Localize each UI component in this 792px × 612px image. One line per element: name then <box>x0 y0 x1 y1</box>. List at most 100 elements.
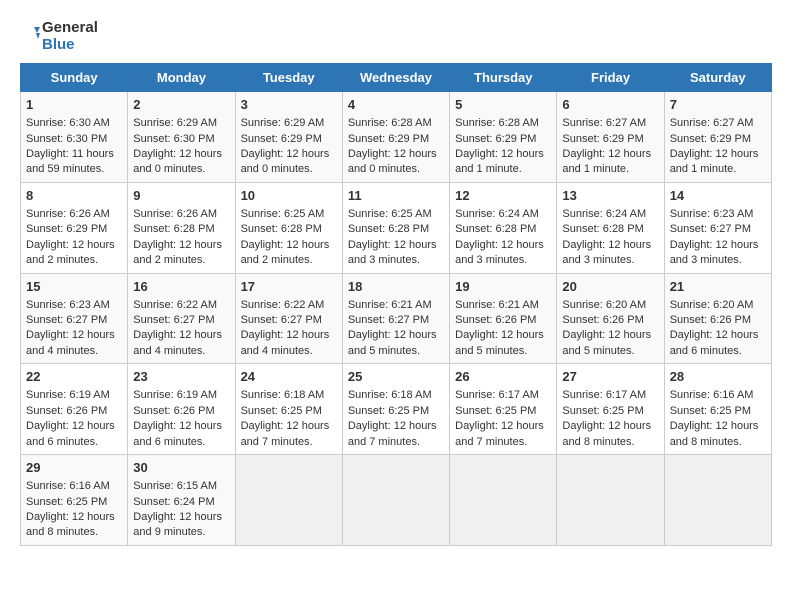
col-header-monday: Monday <box>128 64 235 92</box>
sunrise-text: Sunrise: 6:23 AM <box>26 299 110 311</box>
sunset-text: Sunset: 6:29 PM <box>455 133 536 145</box>
sunrise-text: Sunrise: 6:21 AM <box>455 299 539 311</box>
daylight-text: Daylight: 12 hours and 1 minute. <box>562 148 651 175</box>
daylight-text: Daylight: 12 hours and 2 minutes. <box>133 239 222 266</box>
day-cell-15: 15Sunrise: 6:23 AMSunset: 6:27 PMDayligh… <box>21 273 128 364</box>
day-cell-11: 11Sunrise: 6:25 AMSunset: 6:28 PMDayligh… <box>342 182 449 273</box>
empty-cell <box>557 455 664 546</box>
day-cell-19: 19Sunrise: 6:21 AMSunset: 6:26 PMDayligh… <box>450 273 557 364</box>
day-number: 7 <box>670 96 766 114</box>
sunrise-text: Sunrise: 6:22 AM <box>133 299 217 311</box>
daylight-text: Daylight: 11 hours and 59 minutes. <box>26 148 114 175</box>
day-number: 20 <box>562 278 658 296</box>
logo: General Blue <box>20 20 98 53</box>
col-header-sunday: Sunday <box>21 64 128 92</box>
sunrise-text: Sunrise: 6:25 AM <box>241 208 325 220</box>
sunrise-text: Sunrise: 6:28 AM <box>348 117 432 129</box>
daylight-text: Daylight: 12 hours and 0 minutes. <box>241 148 330 175</box>
day-number: 2 <box>133 96 229 114</box>
calendar-header-row: SundayMondayTuesdayWednesdayThursdayFrid… <box>21 64 772 92</box>
sunrise-text: Sunrise: 6:28 AM <box>455 117 539 129</box>
empty-cell <box>235 455 342 546</box>
day-cell-16: 16Sunrise: 6:22 AMSunset: 6:27 PMDayligh… <box>128 273 235 364</box>
sunrise-text: Sunrise: 6:19 AM <box>26 389 110 401</box>
calendar-row-1: 8 Sunrise: 6:26 AM Sunset: 6:29 PM Daylight… <box>21 182 772 273</box>
day-cell-13: 13Sunrise: 6:24 AMSunset: 6:28 PMDayligh… <box>557 182 664 273</box>
sunset-text: Sunset: 6:25 PM <box>670 405 751 417</box>
sunset-text: Sunset: 6:29 PM <box>26 223 107 235</box>
day-number: 11 <box>348 187 444 205</box>
day-cell-24: 24Sunrise: 6:18 AMSunset: 6:25 PMDayligh… <box>235 364 342 455</box>
sunset-text: Sunset: 6:29 PM <box>348 133 429 145</box>
sunset-text: Sunset: 6:29 PM <box>670 133 751 145</box>
daylight-text: Daylight: 12 hours and 3 minutes. <box>562 239 651 266</box>
logo-block: General Blue <box>20 20 98 53</box>
day-number: 17 <box>241 278 337 296</box>
sunset-text: Sunset: 6:30 PM <box>26 133 107 145</box>
sunrise-text: Sunrise: 6:24 AM <box>562 208 646 220</box>
daylight-text: Daylight: 12 hours and 2 minutes. <box>241 239 330 266</box>
sunset-text: Sunset: 6:28 PM <box>241 223 322 235</box>
day-cell-25: 25Sunrise: 6:18 AMSunset: 6:25 PMDayligh… <box>342 364 449 455</box>
day-cell-18: 18 Sunrise: 6:21 AM Sunset: 6:27 PM Dayligh… <box>342 273 449 364</box>
sunset-text: Sunset: 6:27 PM <box>348 314 429 326</box>
day-number: 8 <box>26 187 122 205</box>
day-cell-22: 22 Sunrise: 6:19 AM Sunset: 6:26 PM Dayligh… <box>21 364 128 455</box>
day-number: 15 <box>26 278 122 296</box>
day-number: 19 <box>455 278 551 296</box>
sunset-text: Sunset: 6:26 PM <box>26 405 107 417</box>
day-cell-27: 27Sunrise: 6:17 AMSunset: 6:25 PMDayligh… <box>557 364 664 455</box>
day-cell-6: 6Sunrise: 6:27 AMSunset: 6:29 PMDaylight… <box>557 92 664 183</box>
sunrise-text: Sunrise: 6:18 AM <box>348 389 432 401</box>
day-number: 28 <box>670 368 766 386</box>
day-number: 18 <box>348 278 444 296</box>
sunrise-text: Sunrise: 6:21 AM <box>348 299 432 311</box>
daylight-text: Daylight: 12 hours and 7 minutes. <box>455 420 544 447</box>
day-number: 4 <box>348 96 444 114</box>
sunrise-text: Sunrise: 6:18 AM <box>241 389 325 401</box>
day-number: 3 <box>241 96 337 114</box>
sunrise-text: Sunrise: 6:26 AM <box>133 208 217 220</box>
daylight-text: Daylight: 12 hours and 6 minutes. <box>26 420 115 447</box>
daylight-text: Daylight: 12 hours and 5 minutes. <box>562 329 651 356</box>
day-number: 22 <box>26 368 122 386</box>
daylight-text: Daylight: 12 hours and 8 minutes. <box>562 420 651 447</box>
calendar-row-4: 29Sunrise: 6:16 AMSunset: 6:25 PMDayligh… <box>21 455 772 546</box>
col-header-thursday: Thursday <box>450 64 557 92</box>
logo-blue: Blue <box>42 37 98 54</box>
daylight-text: Daylight: 12 hours and 3 minutes. <box>348 239 437 266</box>
day-cell-4: 4Sunrise: 6:28 AMSunset: 6:29 PMDaylight… <box>342 92 449 183</box>
sunrise-text: Sunrise: 6:29 AM <box>133 117 217 129</box>
sunrise-text: Sunrise: 6:29 AM <box>241 117 325 129</box>
col-header-wednesday: Wednesday <box>342 64 449 92</box>
col-header-tuesday: Tuesday <box>235 64 342 92</box>
day-number: 29 <box>26 459 122 477</box>
day-number: 24 <box>241 368 337 386</box>
empty-cell <box>342 455 449 546</box>
calendar-row-2: 15 Sunrise: 6:23 AM Sunset: 6:27 PM Dayligh… <box>21 273 772 364</box>
sunset-text: Sunset: 6:27 PM <box>133 314 214 326</box>
daylight-text: Daylight: 12 hours and 2 minutes. <box>26 239 115 266</box>
col-header-saturday: Saturday <box>664 64 771 92</box>
daylight-text: Daylight: 12 hours and 0 minutes. <box>133 148 222 175</box>
sunset-text: Sunset: 6:26 PM <box>670 314 751 326</box>
day-cell-20: 20Sunrise: 6:20 AMSunset: 6:26 PMDayligh… <box>557 273 664 364</box>
sunset-text: Sunset: 6:27 PM <box>241 314 322 326</box>
daylight-text: Daylight: 12 hours and 9 minutes. <box>133 511 222 538</box>
sunrise-text: Sunrise: 6:25 AM <box>348 208 432 220</box>
daylight-text: Daylight: 12 hours and 8 minutes. <box>26 511 115 538</box>
sunrise-text: Sunrise: 6:23 AM <box>670 208 754 220</box>
day-cell-8: 8 Sunrise: 6:26 AM Sunset: 6:29 PM Daylight… <box>21 182 128 273</box>
sunrise-text: Sunrise: 6:17 AM <box>455 389 539 401</box>
daylight-text: Daylight: 12 hours and 5 minutes. <box>348 329 437 356</box>
logo-bird-icon <box>20 25 40 49</box>
daylight-text: Daylight: 12 hours and 4 minutes. <box>26 329 115 356</box>
logo-general: General <box>42 20 98 37</box>
day-number: 6 <box>562 96 658 114</box>
day-number: 30 <box>133 459 229 477</box>
day-number: 13 <box>562 187 658 205</box>
calendar-row-3: 22 Sunrise: 6:19 AM Sunset: 6:26 PM Dayligh… <box>21 364 772 455</box>
sunset-text: Sunset: 6:28 PM <box>455 223 536 235</box>
sunrise-text: Sunrise: 6:26 AM <box>26 208 110 220</box>
sunrise-text: Sunrise: 6:24 AM <box>455 208 539 220</box>
